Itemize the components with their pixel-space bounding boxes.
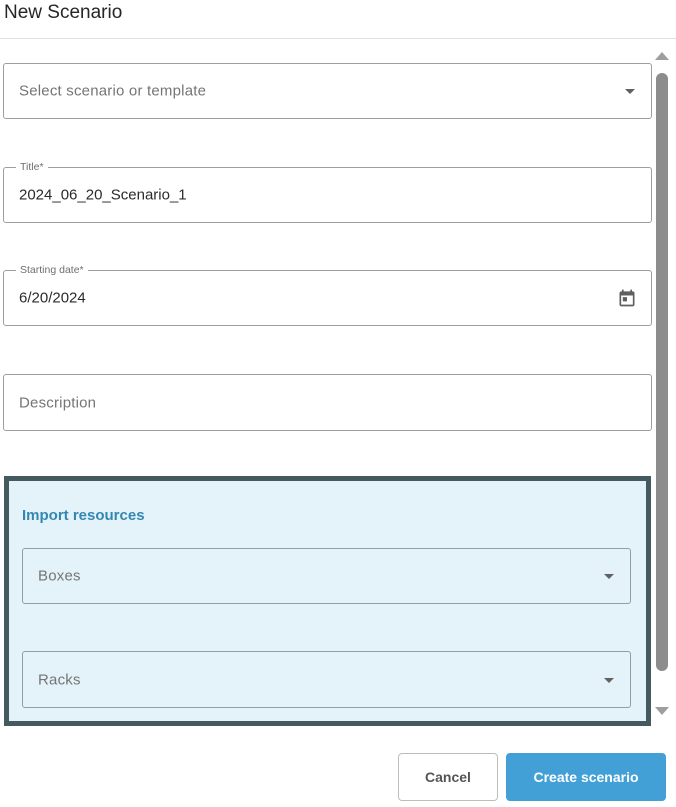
scenario-template-select[interactable]: Select scenario or template [3, 63, 652, 119]
title-field[interactable]: Title* 2024_06_20_Scenario_1 [3, 161, 652, 223]
racks-placeholder: Racks [38, 671, 81, 688]
calendar-icon[interactable] [617, 288, 637, 308]
cancel-button[interactable]: Cancel [398, 753, 498, 801]
title-field-label: Title* [16, 161, 48, 173]
boxes-select[interactable]: Boxes [22, 548, 631, 604]
chevron-down-icon[interactable] [604, 574, 614, 579]
description-field[interactable]: Description [3, 374, 652, 431]
dialog-title: New Scenario [4, 2, 123, 23]
scenario-template-placeholder: Select scenario or template [19, 82, 207, 100]
description-placeholder: Description [19, 394, 97, 411]
title-divider [0, 38, 676, 39]
title-field-value[interactable]: 2024_06_20_Scenario_1 [19, 187, 187, 204]
chevron-down-icon[interactable] [625, 89, 635, 94]
starting-date-label: Starting date* [16, 264, 88, 276]
scroll-down-arrow-icon[interactable] [655, 707, 669, 715]
import-resources-title: Import resources [22, 507, 145, 524]
scroll-up-arrow-icon[interactable] [655, 52, 669, 60]
scrollbar-thumb[interactable] [656, 73, 668, 671]
chevron-down-icon[interactable] [604, 677, 614, 683]
import-resources-panel: Import resources Boxes Racks [4, 476, 651, 726]
starting-date-field[interactable]: Starting date* 6/20/2024 [3, 264, 652, 326]
create-scenario-button[interactable]: Create scenario [506, 753, 666, 801]
starting-date-value[interactable]: 6/20/2024 [19, 290, 86, 307]
boxes-placeholder: Boxes [38, 567, 81, 585]
racks-select[interactable]: Racks [22, 651, 631, 708]
